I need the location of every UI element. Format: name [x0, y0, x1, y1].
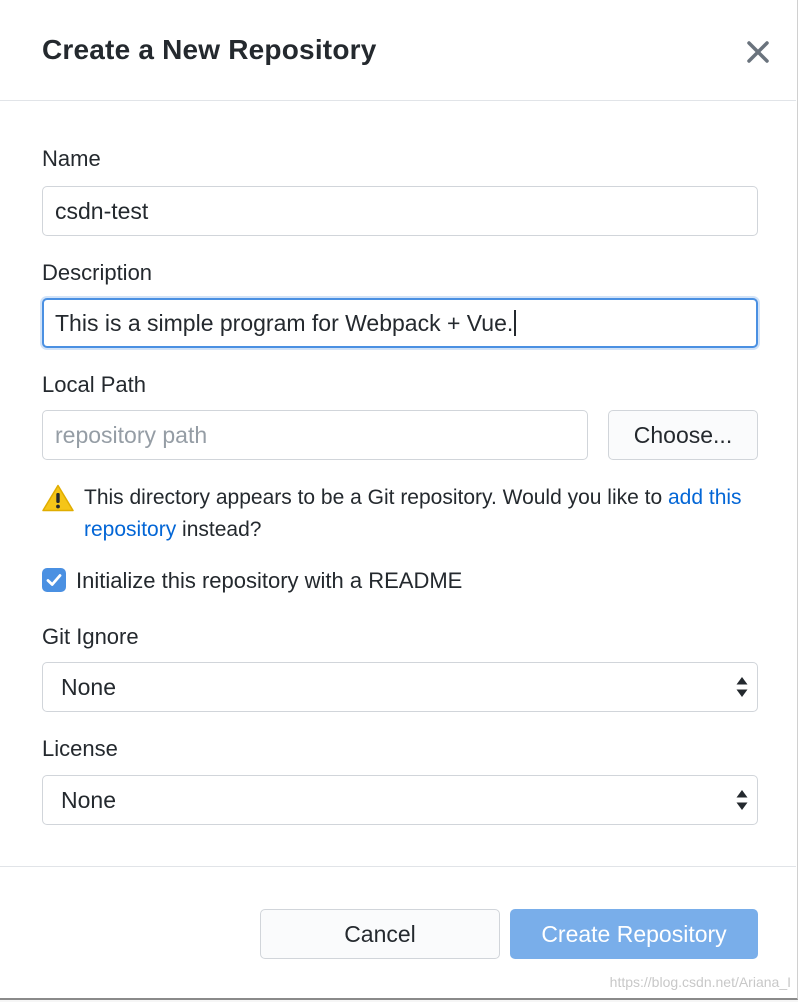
- description-input-value: This is a simple program for Webpack + V…: [55, 310, 514, 336]
- close-button[interactable]: [738, 32, 778, 72]
- warning-text-before: This directory appears to be a Git repos…: [84, 486, 663, 509]
- license-selected-value: None: [61, 787, 116, 813]
- description-input[interactable]: This is a simple program for Webpack + V…: [42, 298, 758, 348]
- name-input-value: csdn-test: [55, 198, 149, 224]
- warning-text-after: instead?: [182, 518, 262, 541]
- git-ignore-selected-value: None: [61, 674, 116, 700]
- local-path-label: Local Path: [42, 372, 146, 397]
- dialog-title: Create a New Repository: [42, 34, 377, 65]
- description-label: Description: [42, 260, 153, 285]
- git-ignore-label: Git Ignore: [42, 624, 139, 649]
- readme-checkbox-label[interactable]: Initialize this repository with a README: [76, 568, 462, 594]
- license-label: License: [42, 736, 118, 761]
- close-icon: [747, 41, 769, 63]
- warning-icon: [42, 484, 74, 512]
- watermark-text: https://blog.csdn.net/Ariana_I: [609, 974, 791, 990]
- text-caret: [514, 309, 517, 336]
- name-label: Name: [42, 146, 101, 171]
- cancel-button[interactable]: Cancel: [260, 909, 500, 959]
- create-repository-dialog: Create a New Repository Name csdn-test D…: [0, 0, 798, 1000]
- name-input[interactable]: csdn-test: [42, 186, 758, 236]
- select-arrows-icon: [736, 790, 748, 810]
- dialog-header: Create a New Repository: [0, 0, 796, 101]
- select-arrows-icon: [736, 677, 748, 697]
- choose-path-button[interactable]: Choose...: [608, 410, 758, 460]
- warning-message: This directory appears to be a Git repos…: [84, 482, 764, 546]
- local-path-placeholder: repository path: [55, 422, 208, 448]
- local-path-input[interactable]: repository path: [42, 410, 588, 460]
- readme-checkbox[interactable]: [42, 568, 66, 592]
- license-select[interactable]: None: [42, 775, 758, 825]
- git-ignore-select[interactable]: None: [42, 662, 758, 712]
- create-repository-button[interactable]: Create Repository: [510, 909, 758, 959]
- checkmark-icon: [46, 574, 62, 586]
